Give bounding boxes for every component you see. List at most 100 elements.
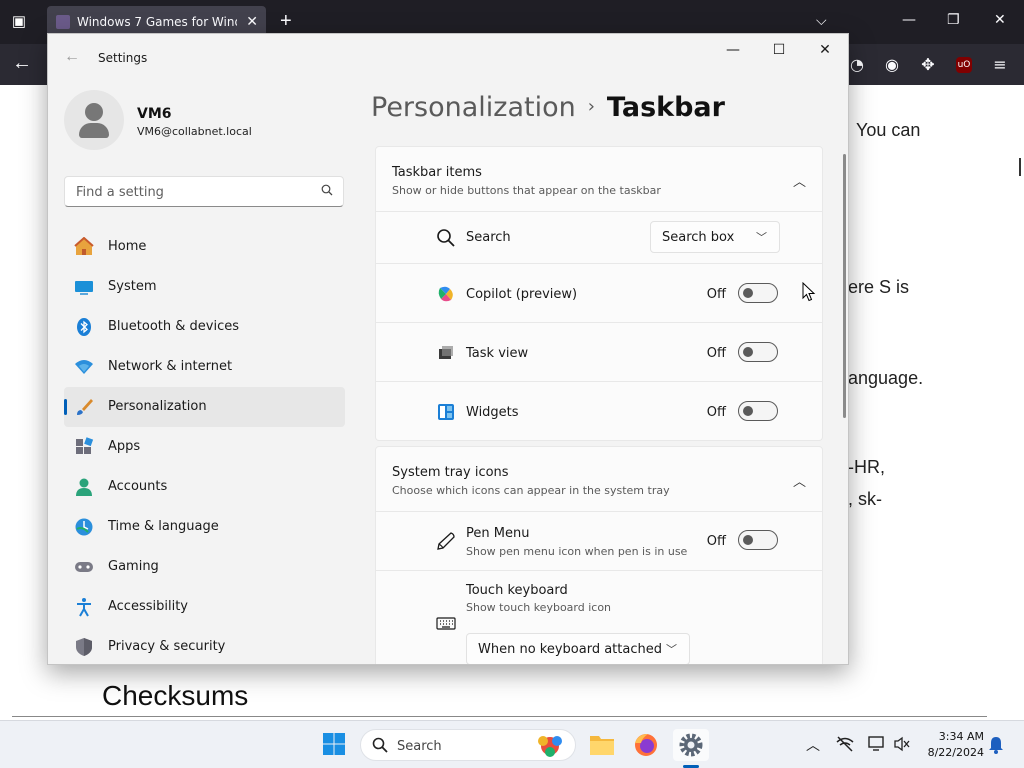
task-view-toggle[interactable] (738, 342, 778, 362)
selected-indicator (64, 399, 67, 415)
nav-item-accessibility[interactable]: Accessibility (64, 587, 345, 627)
dropdown-value: Search box (662, 230, 735, 245)
nav-item-apps[interactable]: Apps (64, 427, 345, 467)
personalization-icon (77, 399, 93, 415)
taskbar-clock[interactable]: 3:34 AM 8/22/2024 (920, 729, 984, 761)
taskbar-search-box[interactable]: Search (360, 729, 576, 761)
chevron-down-icon: ﹀ (756, 231, 767, 244)
pen-menu-toggle[interactable] (738, 530, 778, 550)
browser-back-button[interactable]: ← (12, 52, 32, 75)
nav-item-bluetooth[interactable]: Bluetooth & devices (64, 307, 345, 347)
copilot-toggle[interactable] (738, 283, 778, 303)
chevron-up-icon[interactable]: ︿ (793, 171, 806, 190)
clock-date: 8/22/2024 (927, 746, 984, 759)
section-title: System tray icons (392, 465, 509, 480)
accessibility-icon (77, 598, 91, 617)
nav-item-system[interactable]: System (64, 267, 345, 307)
nav-item-privacy[interactable]: Privacy & security (64, 627, 345, 664)
network-icon (75, 360, 93, 374)
browser-restore-button[interactable]: ❐ (947, 12, 960, 28)
nav-item-personalization[interactable]: Personalization (64, 387, 345, 427)
page-divider (12, 716, 987, 717)
tab-favicon-icon (56, 15, 70, 29)
page-text-fragment: -HR, (848, 457, 885, 477)
setting-row-pen-menu: Pen Menu Show pen menu icon when pen is … (375, 512, 823, 571)
nav-item-time-language[interactable]: Time & language (64, 507, 345, 547)
extension-icon[interactable]: ◔ (847, 55, 867, 75)
network-disconnected-icon[interactable] (836, 736, 854, 752)
volume-muted-icon[interactable] (893, 736, 911, 752)
touch-keyboard-dropdown[interactable]: When no keyboard attached ﹀ (466, 633, 690, 664)
system-tray-icons-header[interactable]: System tray icons Choose which icons can… (375, 446, 823, 512)
setting-label: Widgets (466, 405, 519, 420)
nav-item-label: Privacy & security (108, 639, 226, 654)
gaming-icon (75, 562, 93, 572)
widgets-icon (438, 404, 454, 420)
nav-item-label: Accounts (108, 479, 168, 494)
notification-bell-icon[interactable] (988, 736, 1004, 754)
search-icon (372, 737, 388, 756)
page-title: Taskbar (606, 92, 725, 123)
time-language-icon (75, 518, 93, 536)
nav-item-gaming[interactable]: Gaming (64, 547, 345, 587)
taskbar-settings-content: Taskbar items Show or hide buttons that … (375, 146, 823, 664)
windows-taskbar: Search ︿ 3:34 AM 8/22/2024 (0, 720, 1024, 768)
account-icon[interactable]: ◉ (882, 55, 902, 75)
accounts-icon (76, 478, 92, 496)
show-hidden-icons-button[interactable]: ︿ (806, 735, 820, 755)
tab-list-icon[interactable]: ▣ (8, 11, 30, 33)
user-profile[interactable]: VM6 VM6@collabnet.local (64, 90, 354, 154)
nav-item-label: Apps (108, 439, 141, 454)
ublock-icon[interactable]: uO (956, 57, 972, 73)
browser-close-button[interactable]: ✕ (994, 12, 1006, 28)
apps-icon (76, 437, 94, 454)
setting-row-widgets: Widgets Off (375, 382, 823, 441)
settings-minimize-button[interactable]: — (718, 42, 748, 64)
start-button[interactable] (316, 729, 352, 761)
windows-logo-icon (323, 733, 345, 755)
list-all-tabs-icon[interactable]: ⌵ (816, 12, 827, 29)
display-icon[interactable] (868, 735, 886, 753)
section-description: Show or hide buttons that appear on the … (392, 184, 661, 197)
profile-email: VM6@collabnet.local (137, 125, 252, 138)
taskbar-search-label: Search (397, 739, 442, 754)
browser-minimize-button[interactable]: — (902, 12, 916, 28)
widgets-toggle[interactable] (738, 401, 778, 421)
find-setting-placeholder: Find a setting (76, 185, 164, 200)
taskbar-items-header[interactable]: Taskbar items Show or hide buttons that … (375, 146, 823, 212)
section-title: Taskbar items (392, 165, 482, 180)
chevron-up-icon[interactable]: ︿ (793, 471, 806, 490)
nav-item-home[interactable]: Home (64, 227, 345, 267)
file-explorer-button[interactable] (584, 729, 620, 761)
menu-icon[interactable]: ≡ (990, 55, 1010, 75)
toggle-state: Off (706, 287, 726, 302)
firefox-icon (635, 734, 657, 756)
settings-window-title: Settings (98, 51, 148, 65)
toggle-state: Off (706, 405, 726, 420)
firefox-button[interactable] (628, 729, 664, 761)
extensions-puzzle-icon[interactable]: ✥ (918, 55, 938, 75)
settings-title-bar[interactable]: ← Settings — ☐ ✕ (48, 34, 848, 82)
nav-item-network[interactable]: Network & internet (64, 347, 345, 387)
new-tab-button[interactable]: + (280, 10, 292, 32)
breadcrumb: Personalization › Taskbar (371, 92, 725, 123)
content-scrollbar[interactable] (843, 154, 846, 418)
tab-title: Windows 7 Games for Windows 11 (77, 15, 237, 29)
find-setting-input[interactable]: Find a setting (64, 176, 344, 207)
settings-maximize-button[interactable]: ☐ (764, 42, 794, 64)
text-caret (1019, 158, 1021, 176)
settings-taskbar-button[interactable] (673, 729, 709, 761)
nav-item-accounts[interactable]: Accounts (64, 467, 345, 507)
setting-label: Touch keyboard (466, 583, 568, 598)
toggle-state: Off (706, 534, 726, 549)
avatar (64, 90, 124, 150)
tab-close-icon[interactable]: ✕ (246, 13, 258, 30)
settings-close-button[interactable]: ✕ (810, 42, 840, 64)
breadcrumb-parent[interactable]: Personalization (371, 92, 576, 123)
dropdown-value: When no keyboard attached (478, 642, 662, 657)
search-mode-dropdown[interactable]: Search box ﹀ (650, 221, 780, 253)
profile-name: VM6 (137, 106, 172, 122)
settings-back-button[interactable]: ← (64, 48, 80, 66)
settings-nav: Home System Bluetooth & devices Network … (64, 227, 345, 664)
home-icon (74, 237, 94, 255)
